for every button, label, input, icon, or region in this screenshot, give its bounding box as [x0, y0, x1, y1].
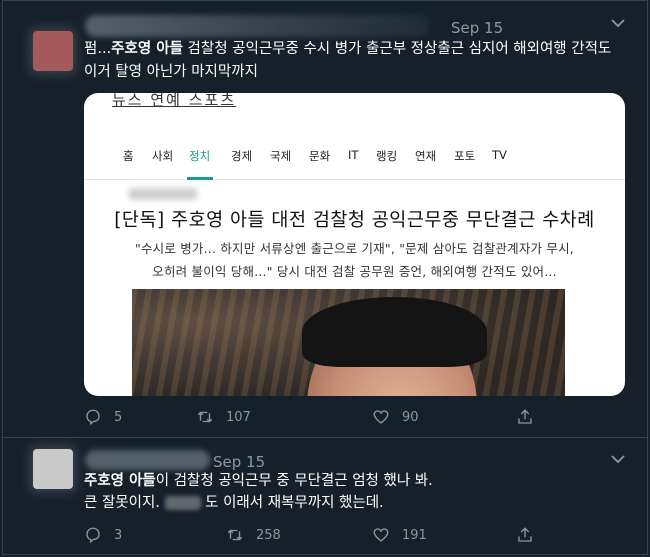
- nav-active-underline: [187, 177, 213, 180]
- link-card[interactable]: 뉴스 연예 스포츠 홈 사회 정치 경제 국제 문화 IT 랭킹 연재 포토 T…: [84, 93, 625, 396]
- share-button[interactable]: [516, 405, 534, 429]
- text-line1: 이 검찰청 공익근무 중 무단결근 엄청 했나 봐.: [155, 473, 433, 489]
- nav-item-it: IT: [348, 148, 359, 162]
- redacted-username: [85, 15, 430, 37]
- card-nav-bar: 홈 사회 정치 경제 국제 문화 IT 랭킹 연재 포토 TV: [84, 93, 625, 180]
- text-line2: 이거 탈영 아닌가 마지막까지: [84, 64, 258, 80]
- tweet-text: 펌...주호영 아들 검찰청 공익근무중 수시 병가 출근부 정상출근 심지어 …: [84, 38, 636, 84]
- timeline: Sep 15 펌...주호영 아들 검찰청 공익근무중 수시 병가 출근부 정상…: [2, 0, 648, 555]
- article-subtitle-line2: 오히려 불이익 당해..." 당시 대전 검찰 공무원 증언, 해외여행 간적도…: [152, 264, 557, 279]
- nav-item-photo: 포토: [454, 149, 476, 163]
- nav-item-culture: 문화: [309, 149, 331, 163]
- nav-item-politics: 정치: [189, 149, 211, 163]
- reply-icon: [86, 527, 100, 544]
- avatar[interactable]: [33, 31, 73, 71]
- tweet-date[interactable]: Sep 15: [213, 453, 265, 471]
- nav-item-society: 사회: [152, 149, 174, 163]
- nav-item-tv: TV: [492, 148, 507, 162]
- retweet-icon: [197, 411, 213, 423]
- text-bold: 주호영 아들: [111, 41, 183, 57]
- share-button[interactable]: [516, 523, 534, 547]
- retweet-button[interactable]: 258: [226, 523, 281, 547]
- retweet-count: 107: [226, 409, 251, 425]
- reply-button[interactable]: 5: [84, 405, 122, 429]
- retweet-icon: [227, 529, 243, 541]
- article-headline: [단독] 주호영 아들 대전 검찰청 공익근무중 무단결근 수차례: [114, 210, 595, 231]
- text-prefix: 펌...: [84, 41, 112, 57]
- chevron-down-icon[interactable]: [610, 17, 626, 29]
- share-icon: [518, 409, 532, 424]
- tweet-actions: 3 258 191: [84, 523, 554, 547]
- text-bold: 주호영 아들: [84, 473, 156, 489]
- chevron-down-icon[interactable]: [610, 453, 626, 465]
- avatar[interactable]: [33, 449, 73, 489]
- retweet-count: 258: [256, 527, 281, 543]
- nav-item-series: 연재: [415, 149, 437, 163]
- text-line2-b: 도 이래서 재복무까지 했는데.: [205, 495, 384, 511]
- tweet-divider: [3, 437, 647, 438]
- tweet-actions: 5 107 90: [84, 405, 554, 429]
- tweet-1[interactable]: Sep 15 펌...주호영 아들 검찰청 공익근무중 수시 병가 출근부 정상…: [3, 1, 647, 437]
- text-line2-a: 큰 잘못이지.: [84, 495, 160, 511]
- reply-count: 5: [114, 409, 123, 425]
- reply-button[interactable]: 3: [84, 523, 122, 547]
- like-icon: [373, 528, 389, 542]
- redacted-username: [85, 450, 210, 470]
- reply-count: 3: [114, 527, 123, 543]
- text-line1: 검찰청 공익근무중 수시 병가 출근부 정상출근 심지어 해외여행 간적도: [182, 41, 612, 57]
- redacted-word: [164, 496, 201, 510]
- like-count: 191: [402, 527, 427, 543]
- like-count: 90: [402, 409, 419, 425]
- like-icon: [373, 410, 389, 424]
- article-photo: [132, 289, 565, 396]
- retweet-button[interactable]: 107: [196, 405, 251, 429]
- nav-item-ranking: 랭킹: [376, 149, 398, 163]
- share-icon: [518, 527, 532, 542]
- nav-item-world: 국제: [270, 149, 292, 163]
- tweet-date[interactable]: Sep 15: [451, 19, 503, 37]
- reply-icon: [86, 409, 100, 426]
- nav-item-home: 홈: [123, 149, 134, 163]
- tweet-text: 주호영 아들이 검찰청 공익근무 중 무단결근 엄청 했나 봐. 큰 잘못이지.…: [84, 470, 624, 514]
- like-button[interactable]: 191: [372, 523, 427, 547]
- like-button[interactable]: 90: [372, 405, 419, 429]
- redacted-category: [128, 188, 198, 200]
- nav-item-economy: 경제: [231, 149, 253, 163]
- article-subtitle-line1: "수시로 병가... 하지만 서류상엔 출근으로 기재", "문제 삼아도 검찰…: [135, 241, 574, 256]
